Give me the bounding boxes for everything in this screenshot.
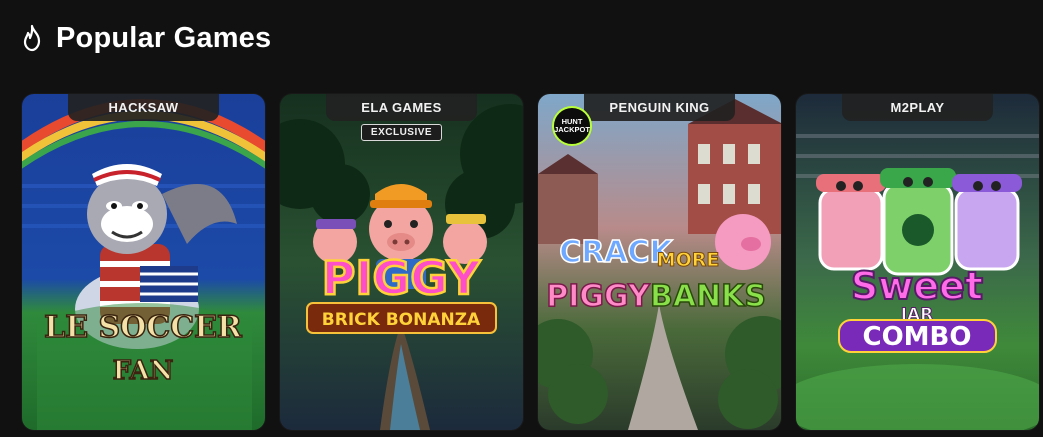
- title-line-1: PIGGY: [322, 251, 481, 305]
- title-line-2: MORE: [657, 249, 720, 271]
- provider-tab: PENGUIN KING: [584, 94, 735, 121]
- game-artwork: PIGGY BRICK BONANZA: [280, 94, 523, 430]
- title-line-1: LE SOCCER: [44, 310, 243, 345]
- hunt-jackpot-badge: HUNT JACKPOT: [552, 106, 592, 146]
- game-card-crack-more-piggy-banks[interactable]: CRACK MORE PIGGY BANKS PENGUIN KING HUNT…: [538, 94, 781, 430]
- badge-line-2: JACKPOT: [554, 125, 590, 134]
- provider-tab: ELA GAMES: [326, 94, 477, 121]
- game-card-piggy-brick-bonanza[interactable]: PIGGY BRICK BONANZA ELA GAMES EXCLUSIVE: [280, 94, 523, 430]
- title-line-4: BANKS: [650, 279, 766, 314]
- flame-icon: [23, 24, 41, 52]
- game-artwork: LE SOCCER FAN: [22, 94, 265, 430]
- title-line-2: BRICK BONANZA: [322, 310, 481, 330]
- game-artwork: Sweet JAR COMBO: [796, 94, 1039, 430]
- exclusive-badge: EXCLUSIVE: [361, 124, 442, 141]
- popular-games-header: Popular Games: [20, 20, 271, 56]
- game-card-le-soccer-fan[interactable]: LE SOCCER FAN HACKSAW: [22, 94, 265, 430]
- game-card-list: LE SOCCER FAN HACKSAW PIGGY BRICK BONANZ…: [22, 94, 1039, 430]
- section-title: Popular Games: [56, 22, 272, 54]
- title-line-2: FAN: [113, 356, 174, 386]
- provider-tab: HACKSAW: [68, 94, 219, 121]
- provider-tab: M2PLAY: [842, 94, 993, 121]
- title-line-1: Sweet: [851, 264, 983, 308]
- title-line-3: PIGGY: [546, 279, 651, 314]
- game-card-sweet-jar-combo[interactable]: Sweet JAR COMBO M2PLAY: [796, 94, 1039, 430]
- title-line-3: COMBO: [863, 322, 972, 352]
